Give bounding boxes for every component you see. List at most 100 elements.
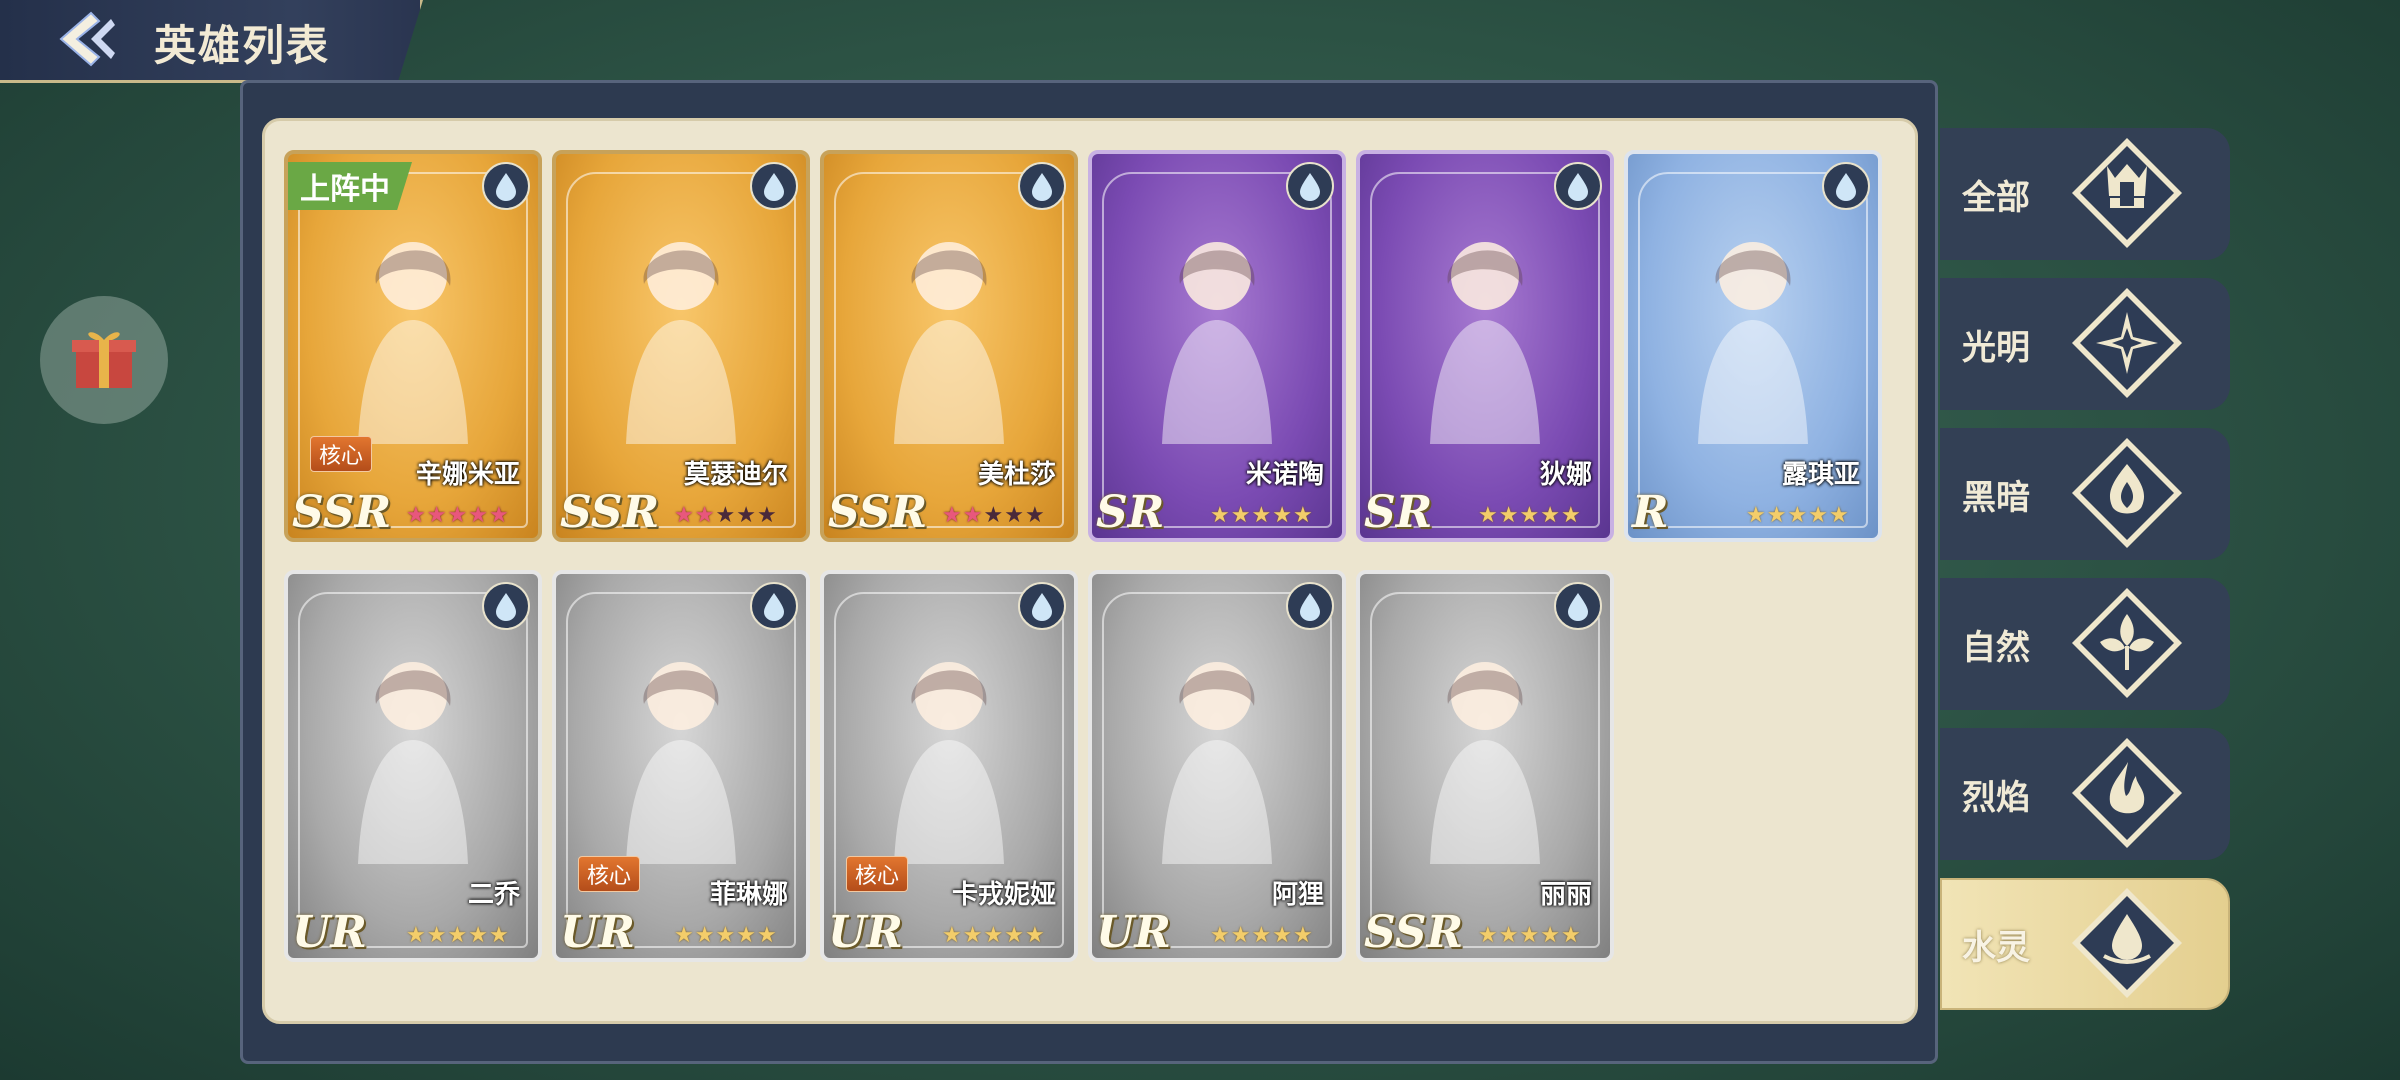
star-icon: ★ — [406, 503, 427, 528]
filter-tab[interactable]: 全部 — [1940, 126, 2230, 262]
water-element-icon — [482, 162, 530, 210]
deployed-badge: 上阵中 — [288, 162, 412, 210]
back-button[interactable] — [48, 6, 124, 72]
rarity-label: SR — [1364, 487, 1433, 538]
gift-icon — [72, 332, 136, 388]
star-icon: ★ — [1478, 923, 1499, 948]
hero-card[interactable]: 上阵中 核心 辛娜米亚 SSR ★★★★★ — [284, 150, 542, 542]
hero-card[interactable]: 丽丽 SSR ★★★★★ — [1356, 570, 1614, 962]
hero-portrait — [626, 242, 736, 444]
filter-tab-label: 光明 — [1962, 328, 2030, 368]
star-icon: ★ — [1808, 503, 1829, 528]
star-rating: ★★★★★ — [674, 503, 778, 528]
star-icon: ★ — [1498, 923, 1520, 948]
star-icon: ★ — [1004, 923, 1025, 948]
hero-card[interactable]: 美杜莎 SSR ★★★★★ — [820, 150, 1078, 542]
star-icon: ★ — [1210, 503, 1231, 528]
filter-tab-label: 全部 — [1962, 178, 2030, 218]
star-icon: ★ — [1272, 923, 1293, 948]
star-icon: ★ — [488, 923, 510, 948]
hero-grid: 上阵中 核心 辛娜米亚 SSR ★★★★★ 莫瑟迪尔 SSR ★★★★★ 美杜莎 SSR ★★★★★… — [284, 150, 1904, 962]
crown-icon — [2072, 138, 2182, 248]
star-icon: ★ — [468, 923, 489, 948]
hero-portrait — [358, 242, 468, 444]
hero-card[interactable]: 核心 卡戎妮娅 UR ★★★★★ — [820, 570, 1078, 962]
star-icon: ★ — [756, 923, 778, 948]
hero-portrait — [1162, 242, 1272, 444]
rarity-label: UR — [1096, 907, 1171, 958]
hero-card[interactable]: 露琪亚 R ★★★★★ — [1624, 150, 1882, 542]
star-icon: ★ — [1560, 923, 1582, 948]
leaf-icon — [2072, 588, 2182, 698]
hero-card[interactable]: 狄娜 SR ★★★★★ — [1356, 150, 1614, 542]
water-element-icon — [1554, 582, 1602, 630]
star-icon: ★ — [942, 923, 963, 948]
star-icon: ★ — [406, 923, 427, 948]
star-icon: ★ — [962, 923, 984, 948]
hero-portrait — [894, 662, 1004, 864]
star-icon: ★ — [1787, 503, 1809, 528]
star-icon: ★ — [1024, 503, 1046, 528]
hero-name: 米诺陶 — [1245, 460, 1324, 490]
star-icon: ★ — [694, 923, 716, 948]
core-badge: 核心 — [846, 856, 909, 892]
filter-tab[interactable]: 黑暗 — [1940, 426, 2230, 562]
hero-portrait — [1162, 662, 1272, 864]
hero-name: 菲琳娜 — [709, 880, 788, 910]
water-element-icon — [1018, 162, 1066, 210]
rarity-label: SSR — [1364, 907, 1464, 958]
page-title: 英雄列表 — [154, 21, 331, 70]
water-element-icon — [1018, 582, 1066, 630]
star-rating: ★★★★★ — [406, 503, 510, 528]
star-rating: ★★★★★ — [1210, 503, 1314, 528]
hero-portrait — [1698, 242, 1808, 444]
hero-name: 辛娜米亚 — [415, 460, 520, 490]
star-icon: ★ — [1540, 923, 1561, 948]
star-icon: ★ — [1498, 503, 1520, 528]
filter-tab[interactable]: 光明 — [1940, 276, 2230, 412]
hero-portrait — [626, 662, 736, 864]
hero-card[interactable]: 米诺陶 SR ★★★★★ — [1088, 150, 1346, 542]
rarity-label: SR — [1096, 487, 1165, 538]
star-icon: ★ — [1230, 503, 1252, 528]
water-element-icon — [1554, 162, 1602, 210]
star-rating: ★★★★★ — [1478, 503, 1582, 528]
star-icon: ★ — [674, 503, 695, 528]
filter-tab[interactable]: 水灵 — [1940, 876, 2230, 1012]
star-icon: ★ — [1292, 503, 1314, 528]
hero-name: 阿狸 — [1271, 880, 1324, 910]
rarity-label: SSR — [828, 487, 928, 538]
star-icon: ★ — [1210, 923, 1231, 948]
water-drop-icon — [2072, 888, 2182, 998]
star-icon: ★ — [942, 503, 963, 528]
star-icon: ★ — [1560, 503, 1582, 528]
filter-tab-label: 水灵 — [1962, 928, 2030, 968]
hero-card[interactable]: 二乔 UR ★★★★★ — [284, 570, 542, 962]
filter-tab-label: 黑暗 — [1962, 478, 2030, 518]
star-icon: ★ — [1828, 503, 1850, 528]
star-icon: ★ — [426, 923, 448, 948]
star-rating: ★★★★★ — [1746, 503, 1850, 528]
star-icon: ★ — [715, 923, 737, 948]
hero-card[interactable]: 阿狸 UR ★★★★★ — [1088, 570, 1346, 962]
star-icon: ★ — [983, 503, 1005, 528]
filter-tab[interactable]: 烈焰 — [1940, 726, 2230, 862]
star-icon: ★ — [1746, 503, 1767, 528]
star-icon: ★ — [1004, 503, 1025, 528]
dark-flame-icon — [2072, 438, 2182, 548]
hero-card[interactable]: 莫瑟迪尔 SSR ★★★★★ — [552, 150, 810, 542]
filter-tab[interactable]: 自然 — [1940, 576, 2230, 712]
hero-card[interactable]: 核心 菲琳娜 UR ★★★★★ — [552, 570, 810, 962]
star-icon: ★ — [962, 503, 984, 528]
star-icon: ★ — [1230, 923, 1252, 948]
gift-button[interactable] — [40, 296, 168, 424]
star-rating: ★★★★★ — [942, 923, 1046, 948]
star-icon: ★ — [1766, 503, 1788, 528]
filter-tab-label: 烈焰 — [1962, 778, 2030, 818]
star-icon: ★ — [1540, 503, 1561, 528]
star-icon: ★ — [1272, 503, 1293, 528]
hero-portrait — [1430, 242, 1540, 444]
hero-name: 露琪亚 — [1781, 460, 1860, 490]
rarity-label: UR — [292, 907, 367, 958]
star-rating: ★★★★★ — [1478, 923, 1582, 948]
